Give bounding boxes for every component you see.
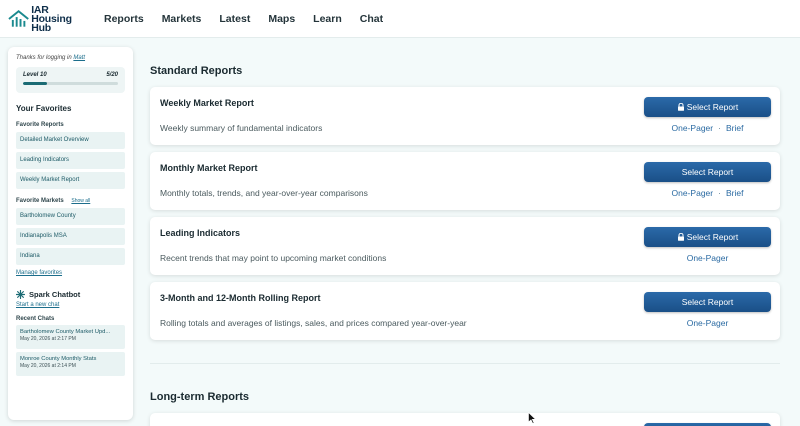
format-brief-link[interactable]: Brief [726,188,743,198]
format-one-pager-link[interactable]: One-Pager [672,123,714,133]
report-title: 3-Month and 12-Month Rolling Report [160,293,321,303]
sidebar: Thanks for logging in Matt Level 10 5/20… [8,47,133,420]
level-progress-bar [23,82,118,85]
favorite-markets-label: Favorite Markets [16,198,64,204]
nav-chat[interactable]: Chat [360,13,383,25]
select-report-button[interactable]: Select Report [644,162,771,182]
report-description: Recent trends that may point to upcoming… [160,253,387,263]
select-report-button[interactable]: Select Report [644,292,771,312]
favorite-markets-header: Favorite Markets Show all [16,198,125,204]
nav-markets[interactable]: Markets [162,13,202,25]
nav-latest[interactable]: Latest [219,13,250,25]
favorite-reports-list: Detailed Market Overview Leading Indicat… [16,132,125,189]
report-formats: One-Pager · Brief [644,188,771,198]
report-card: Leading Indicators Recent trends that ma… [150,217,780,275]
favorite-market-item[interactable]: Indiana [16,248,125,265]
new-chat-link[interactable]: Start a new chat [16,302,125,308]
format-one-pager-link[interactable]: One-Pager [687,253,729,263]
chat-date: May 20, 2026 at 2:14 PM [20,363,76,369]
select-report-label: Select Report [686,102,739,112]
logo-line-2: Housing Hub [31,12,72,34]
report-card: 3-Month and 12-Month Rolling Report Roll… [150,282,780,340]
chatbot-title: Spark Chatbot [29,290,81,299]
report-formats: One-Pager · Brief [644,123,771,133]
lock-icon [677,103,684,111]
select-report-label: Select Report [681,297,734,307]
favorite-report-item[interactable]: Leading Indicators [16,152,125,169]
standard-reports-title: Standard Reports [150,65,243,77]
recent-chats-label: Recent Chats [16,316,55,322]
favorite-report-item[interactable]: Detailed Market Overview [16,132,125,149]
chat-title: Monroe County Monthly Stats [20,356,97,362]
level-progress-text: 5/20 [106,72,118,78]
report-description: Rolling totals and averages of listings,… [160,318,467,328]
house-logo-icon [8,10,29,27]
level-label: Level 10 [23,72,47,78]
show-all-link[interactable]: Show all [71,198,90,204]
favorite-markets-list: Bartholomew County Indianapolis MSA Indi… [16,208,125,265]
long-term-reports-title: Long-term Reports [150,391,249,403]
manage-favorites-link[interactable]: Manage favorites [16,270,125,276]
format-one-pager-link[interactable]: One-Pager [687,318,729,328]
select-report-label: Select Report [681,167,734,177]
format-one-pager-link[interactable]: One-Pager [672,188,714,198]
recent-chat-item[interactable]: Bartholomew County Market Upd... May 20,… [16,325,125,349]
select-report-button[interactable]: Select Report [644,227,771,247]
main-nav: Reports Markets Latest Maps Learn Chat [104,13,401,25]
report-title: Weekly Market Report [160,98,254,108]
report-title: Monthly Market Report [160,163,258,173]
favorites-title: Your Favorites [16,104,72,113]
format-separator: · [718,123,721,133]
logo-text: IAR Housing Hub [31,4,92,34]
report-card-partial [150,413,780,426]
favorite-reports-label: Favorite Reports [16,122,64,128]
level-card: Level 10 5/20 [16,67,125,93]
report-formats: One-Pager [644,253,771,263]
select-report-button[interactable]: Select Report [644,97,771,117]
mouse-cursor-icon [528,412,536,424]
format-separator: · [718,188,721,198]
report-title: Leading Indicators [160,228,241,238]
report-description: Weekly summary of fundamental indicators [160,123,323,133]
format-brief-link[interactable]: Brief [726,123,743,133]
welcome-prefix: Thanks for logging in [16,55,72,61]
welcome-text: Thanks for logging in Matt [16,55,125,61]
recent-chat-item[interactable]: Monroe County Monthly Stats May 20, 2026… [16,352,125,376]
user-link[interactable]: Matt [73,55,85,61]
spark-icon [16,290,25,299]
nav-maps[interactable]: Maps [268,13,295,25]
chat-date: May 20, 2026 at 2:17 PM [20,336,76,342]
section-divider [150,363,780,364]
nav-learn[interactable]: Learn [313,13,342,25]
favorite-market-item[interactable]: Bartholomew County [16,208,125,225]
select-report-label: Select Report [686,232,739,242]
report-formats: One-Pager [644,318,771,328]
logo[interactable]: IAR Housing Hub [8,4,92,34]
chat-title: Bartholomew County Market Upd... [20,329,111,335]
report-card: Weekly Market Report Weekly summary of f… [150,87,780,145]
chatbot-header: Spark Chatbot [16,290,125,299]
level-progress-fill [23,82,47,85]
report-description: Monthly totals, trends, and year-over-ye… [160,188,368,198]
top-navigation-bar: IAR Housing Hub Reports Markets Latest M… [0,0,800,38]
favorite-market-item[interactable]: Indianapolis MSA [16,228,125,245]
report-card: Monthly Market Report Monthly totals, tr… [150,152,780,210]
favorite-report-item[interactable]: Weekly Market Report [16,172,125,189]
lock-icon [677,233,684,241]
nav-reports[interactable]: Reports [104,13,144,25]
